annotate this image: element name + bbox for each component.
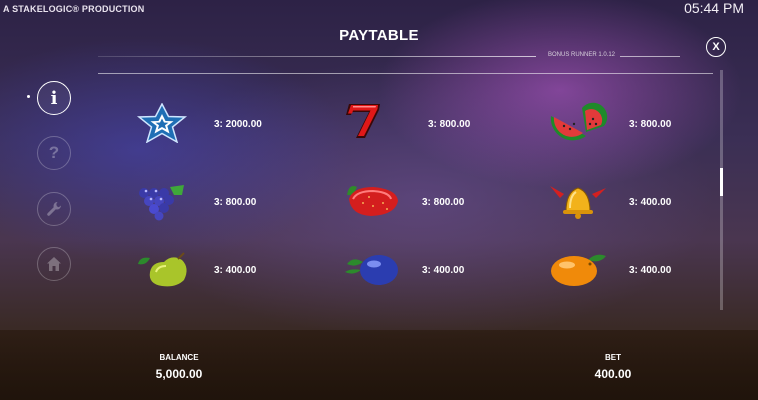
blue-star-symbol-icon (136, 103, 188, 143)
studio-credit: A STAKELOGIC® PRODUCTION (3, 4, 145, 14)
watermelon-symbol-icon (550, 102, 608, 141)
bell-symbol-icon (550, 186, 606, 219)
strawberry-symbol-icon (347, 186, 398, 216)
home-button[interactable] (37, 247, 71, 281)
payout-pear: 3: 400.00 (214, 265, 257, 276)
top-divider-right (620, 56, 680, 57)
info-icon: i (50, 87, 58, 109)
payout-strawberry: 3: 800.00 (422, 197, 465, 208)
payout-watermelon: 3: 800.00 (629, 119, 672, 130)
seven-symbol-icon (346, 104, 380, 138)
plum-symbol-icon (345, 255, 398, 285)
wrench-icon (47, 202, 61, 216)
top-divider (98, 56, 536, 57)
pear-symbol-icon (138, 252, 187, 287)
payout-orange: 3: 400.00 (629, 265, 672, 276)
version-text: BONUS RUNNER 1.0.12 (548, 52, 616, 58)
orange-symbol-icon (551, 254, 606, 286)
clock: 05:44 PM (684, 0, 744, 16)
settings-button[interactable] (37, 192, 71, 226)
payout-seven: 3: 800.00 (428, 119, 471, 130)
payout-bell: 3: 400.00 (629, 197, 672, 208)
bet-label: BET (605, 353, 621, 362)
help-button[interactable]: ? (37, 136, 71, 170)
home-icon (47, 257, 61, 271)
bet-value: 400.00 (594, 367, 632, 381)
menu-active-indicator (27, 95, 30, 98)
question-icon: ? (48, 143, 60, 162)
balance-value: 5,000.00 (155, 367, 203, 381)
close-button[interactable]: X (706, 37, 726, 57)
payout-plum: 3: 400.00 (422, 265, 465, 276)
info-button[interactable]: i (37, 81, 71, 115)
payout-blue-star: 3: 2000.00 (214, 119, 262, 130)
content-divider (98, 73, 713, 74)
payout-grapes: 3: 800.00 (214, 197, 257, 208)
grapes-symbol-icon (139, 185, 184, 221)
bottom-bar (0, 330, 758, 400)
scrollbar-thumb[interactable] (720, 168, 723, 196)
balance-label: BALANCE (159, 353, 199, 362)
close-icon: X (712, 41, 720, 53)
page-title: PAYTABLE (339, 27, 419, 44)
